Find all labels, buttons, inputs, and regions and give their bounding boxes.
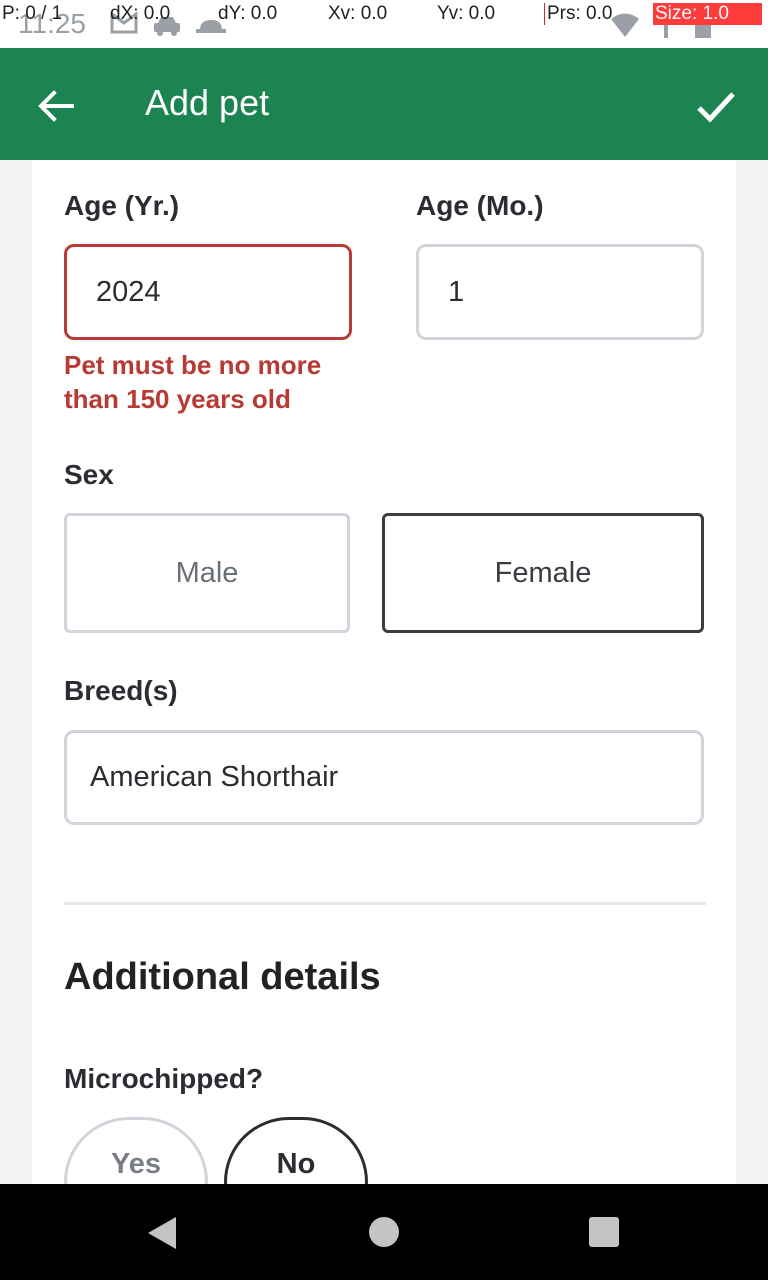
age-months-input[interactable]: 1 xyxy=(416,244,704,340)
sex-option-male[interactable]: Male xyxy=(64,513,350,633)
navigation-bar xyxy=(0,1184,768,1280)
debug-dy: dY: 0.0 xyxy=(218,3,278,24)
debug-pointer: P: 0 / 1 xyxy=(2,3,63,24)
save-button[interactable] xyxy=(694,84,738,128)
debug-yv: Yv: 0.0 xyxy=(437,3,496,24)
age-months-label: Age (Mo.) xyxy=(416,190,544,221)
debug-xv: Xv: 0.0 xyxy=(328,3,388,24)
page-title: Add pet xyxy=(145,82,270,123)
section-divider xyxy=(64,902,706,905)
status-bar: 11:25 P: 0 / 1 dX: 0.0 dY: 0.0 Xv: 0.0 Y… xyxy=(0,0,768,48)
debug-prs: Prs: 0.0 xyxy=(544,3,612,25)
debug-dx: dX: 0.0 xyxy=(110,3,171,24)
age-years-input[interactable]: 2024 xyxy=(64,244,352,340)
arrow-left-icon xyxy=(38,90,74,122)
circle-home-icon xyxy=(369,1217,399,1247)
nav-back-button[interactable] xyxy=(146,1216,178,1255)
back-button[interactable] xyxy=(34,84,78,128)
app-bar: Add pet xyxy=(0,48,768,160)
additional-details-title: Additional details xyxy=(64,956,381,998)
breeds-label: Breed(s) xyxy=(64,675,178,706)
form-card: Age (Yr.) 2024 Pet must be no more than … xyxy=(32,160,736,1247)
age-years-label: Age (Yr.) xyxy=(64,190,180,221)
microchipped-label: Microchipped? xyxy=(64,1063,264,1094)
debug-size: Size: 1.0 xyxy=(653,3,762,25)
nav-home-button[interactable] xyxy=(368,1216,400,1253)
square-recents-icon xyxy=(589,1217,619,1247)
triangle-back-icon xyxy=(148,1217,176,1249)
sex-label: Sex xyxy=(64,459,114,490)
check-icon xyxy=(697,92,735,123)
wifi-icon xyxy=(610,12,640,43)
breeds-input[interactable]: American Shorthair xyxy=(64,730,704,825)
age-years-error: Pet must be no more than 150 years old xyxy=(64,350,322,414)
nav-recents-button[interactable] xyxy=(589,1217,619,1252)
sex-option-female[interactable]: Female xyxy=(382,513,704,633)
